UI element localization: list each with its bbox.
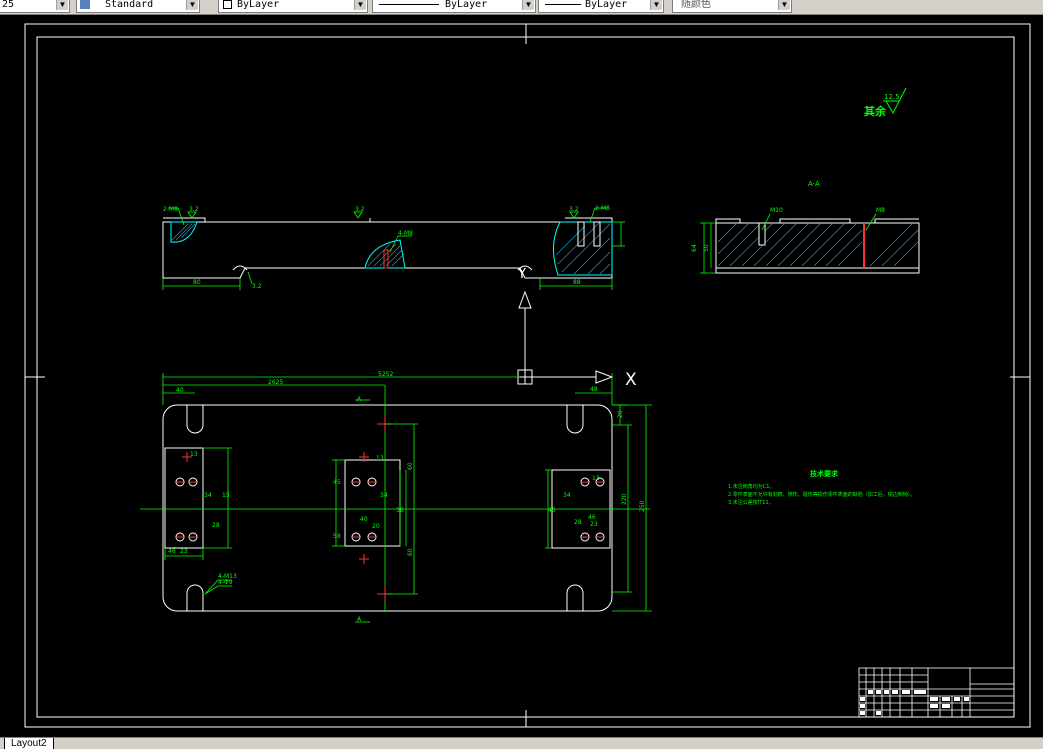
dim-15-left: 15	[222, 492, 230, 499]
tech-req-line-3: 3.未注公差按IT11。	[728, 499, 774, 506]
layer-dropdown[interactable]: ByLayer ▼	[218, 0, 368, 13]
dim-total-height: 250	[639, 500, 646, 512]
thread-note-mid: 4-M8	[398, 230, 413, 237]
tech-req-line-2: 2.零件表面不允许有划痕、擦伤、碰伤等损伤零件表面的缺陷（加工后，锐边倒钝）。	[728, 491, 915, 498]
tech-req-line-1: 1.未注倒角均为C1。	[728, 483, 774, 490]
dim-small-32: 3.2	[252, 283, 262, 290]
roughness-right: 3.2	[569, 206, 579, 213]
plot-style-dropdown[interactable]: 随颜色 ▼	[672, 0, 792, 13]
section-height-a: 64	[691, 244, 698, 252]
properties-toolbar: 25 ▼ Standard ▼ ByLayer ▼ ByLayer ▼ ByLa…	[0, 0, 1043, 15]
roughness-mid: 3.2	[355, 206, 365, 213]
tech-req-title: 技术要求	[810, 469, 839, 478]
scale-value: 25	[2, 0, 15, 10]
chevron-down-icon[interactable]: ▼	[56, 0, 68, 10]
roughness-other-symbol: 其余 12.5	[864, 87, 907, 118]
section-m10-note: M10	[770, 207, 783, 214]
lineweight-preview-icon	[545, 4, 581, 5]
chevron-down-icon[interactable]: ▼	[354, 0, 366, 10]
roughness-other-value: 12.5	[884, 93, 900, 101]
front-view: 2-M8 3.2 3.2 3.2 2-M8 4-M8 80 88 3.2	[162, 205, 625, 290]
chevron-down-icon[interactable]: ▼	[650, 0, 662, 10]
section-m8-note: M8	[876, 207, 885, 214]
dim-36-mid: 36	[396, 507, 404, 514]
thread-note-left: 2-M8	[163, 206, 178, 213]
dim-23-left: 23	[180, 548, 188, 555]
linetype-preview-icon	[379, 4, 439, 5]
chevron-down-icon[interactable]: ▼	[186, 0, 198, 10]
dim-13-mid: 13	[376, 455, 384, 462]
drawing-border	[24, 23, 1031, 728]
dim-left-bottom: 80	[193, 279, 201, 286]
chevron-down-icon[interactable]: ▼	[778, 0, 790, 10]
dim-34-mid: 34	[380, 492, 388, 499]
dim-46-right: 46	[588, 514, 596, 521]
dim-top-offset: 20	[617, 410, 624, 418]
dim-28-right: 28	[574, 519, 582, 526]
tab-layout2[interactable]: Layout2	[4, 738, 54, 749]
title-block	[858, 667, 1015, 718]
text-style-dropdown[interactable]: Standard ▼	[76, 0, 200, 13]
lineweight-dropdown[interactable]: ByLayer ▼	[538, 0, 664, 13]
dim-center-upper: 60	[407, 462, 414, 470]
dim-45-mid: 45	[333, 479, 341, 486]
dim-half-length: 2625	[268, 379, 283, 386]
dim-40-mid: 40	[360, 516, 368, 523]
linetype-dropdown[interactable]: ByLayer ▼	[372, 0, 536, 13]
dim-28-left: 28	[212, 522, 220, 529]
technical-requirements: 技术要求 1.未注倒角均为C1。 2.零件表面不允许有划痕、擦伤、碰伤等损伤零件…	[728, 469, 915, 506]
dim-34-left: 34	[204, 492, 212, 499]
text-style-icon	[80, 0, 90, 9]
section-mark-top: A	[357, 396, 362, 403]
dim-34-right: 34	[563, 492, 571, 499]
section-title: A-A	[808, 180, 820, 188]
layout-tab-bar: Layout2	[0, 737, 1043, 749]
dim-23-right: 23	[590, 521, 598, 528]
dim-45-right: 45	[548, 507, 556, 514]
color-swatch-icon	[223, 0, 232, 9]
dim-total-length: 5252	[378, 371, 393, 378]
dim-13-left: 13	[190, 451, 198, 458]
section-height-b: 50	[703, 244, 710, 252]
hole-note-phi9: 4-Φ9	[218, 579, 233, 586]
ucs-y-label: Y	[517, 267, 526, 282]
dim-58-mid: 58	[333, 533, 341, 540]
linetype-value: ByLayer	[445, 0, 488, 10]
dim-46-left: 46	[168, 548, 176, 555]
lineweight-value: ByLayer	[585, 0, 628, 10]
dim-left-offset: 40	[176, 387, 184, 394]
dim-13-right: 13	[592, 475, 600, 482]
ucs-x-label: X	[625, 370, 637, 390]
dim-20-mid: 20	[372, 523, 380, 530]
roughness-other-label: 其余	[864, 104, 887, 118]
dim-right-offset: 48	[590, 386, 598, 393]
dim-center-lower: 60	[407, 548, 414, 556]
text-style-value: Standard	[105, 0, 154, 10]
scale-dropdown[interactable]: 25 ▼	[0, 0, 70, 13]
dim-right-bottom: 88	[573, 279, 581, 286]
layer-value: ByLayer	[237, 0, 280, 10]
section-view-aa: A-A M10 M8 64 50	[691, 180, 920, 274]
thread-note-right: 2-M8	[595, 205, 610, 212]
drawing-canvas[interactable]: 2-M8 3.2 3.2 3.2 2-M8 4-M8 80 88 3.2 A-A…	[0, 15, 1043, 737]
chevron-down-icon[interactable]: ▼	[522, 0, 534, 10]
plot-style-value: 随颜色	[681, 0, 711, 10]
plan-view: 5252 40 2625 48 250 220 20 60 60 A A 4-M…	[140, 371, 652, 623]
roughness-left: 3.2	[189, 206, 199, 213]
dim-inner-height: 220	[621, 493, 628, 505]
